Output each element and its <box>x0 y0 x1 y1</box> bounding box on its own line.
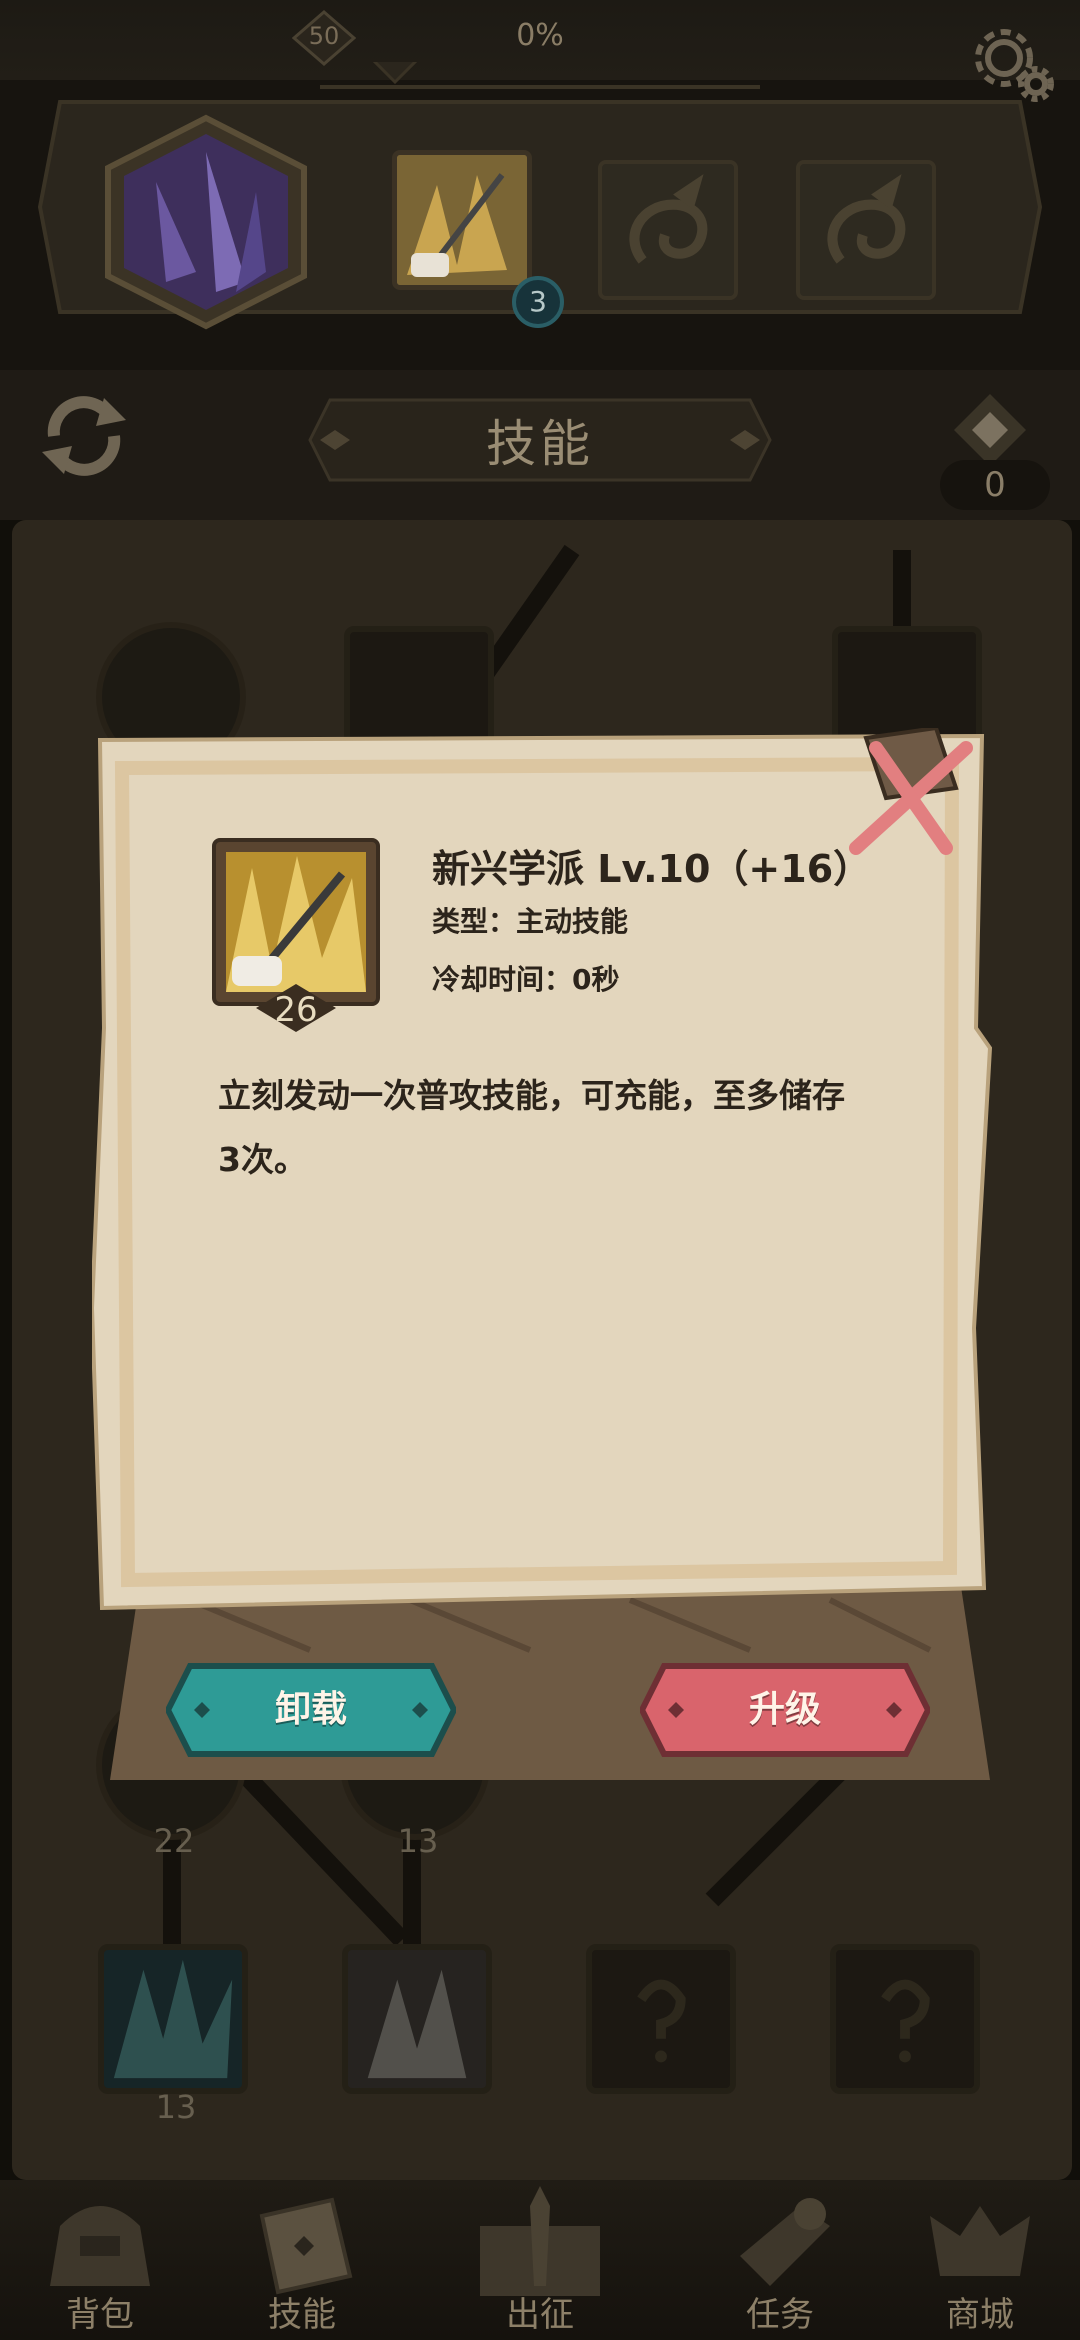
nav-quests[interactable]: 任务 <box>690 2186 870 2340</box>
nav-backpack[interactable]: 背包 <box>10 2186 190 2340</box>
skill-slot-1[interactable] <box>392 150 532 290</box>
skill-point-icon <box>954 394 1026 466</box>
skill-level: 26 <box>274 990 318 1030</box>
skill-name: 新兴学派 Lv.10（+16） <box>432 847 872 891</box>
skill-slot-3[interactable] <box>796 160 936 300</box>
skill-cooldown: 冷却时间：0秒 <box>432 963 620 996</box>
player-level: 50 <box>308 22 340 50</box>
skill-book-icon <box>259 2197 353 2295</box>
progress-percent: 0% <box>516 18 564 53</box>
nav-shop[interactable]: 商城 <box>890 2186 1070 2340</box>
nav-label: 任务 <box>746 2295 814 2335</box>
shop-crest-icon <box>930 2206 1030 2276</box>
refresh-icon[interactable] <box>34 386 134 486</box>
nav-label: 出征 <box>506 2295 574 2335</box>
upgrade-label: 升级 <box>748 1689 821 1730</box>
nav-label: 商城 <box>946 2295 1014 2335</box>
skill-slot-2[interactable] <box>598 160 738 300</box>
scroll-icon <box>740 2198 830 2286</box>
slot-level-badge: 3 <box>512 276 564 328</box>
skill-point-count: 0 <box>940 460 1050 510</box>
close-icon[interactable] <box>826 728 986 868</box>
sword-map-icon <box>480 2186 600 2296</box>
skill-type: 类型：主动技能 <box>432 905 629 938</box>
nav-label: 技能 <box>268 2295 336 2335</box>
unload-label: 卸载 <box>274 1689 347 1730</box>
nav-skills[interactable]: 技能 <box>212 2186 392 2340</box>
skill-icon <box>212 838 380 1006</box>
upgrade-button[interactable]: 升级 <box>640 1662 930 1758</box>
tab-title-skills: 技能 <box>486 415 594 473</box>
hero-portrait[interactable] <box>96 112 316 332</box>
nav-expedition[interactable]: 出征 <box>450 2186 630 2340</box>
backpack-icon <box>50 2206 150 2286</box>
unload-button[interactable]: 卸载 <box>166 1662 456 1758</box>
skill-description: 立刻发动一次普攻技能，可充能，至多储存3次。 <box>218 1076 845 1179</box>
nav-label: 背包 <box>66 2295 134 2335</box>
